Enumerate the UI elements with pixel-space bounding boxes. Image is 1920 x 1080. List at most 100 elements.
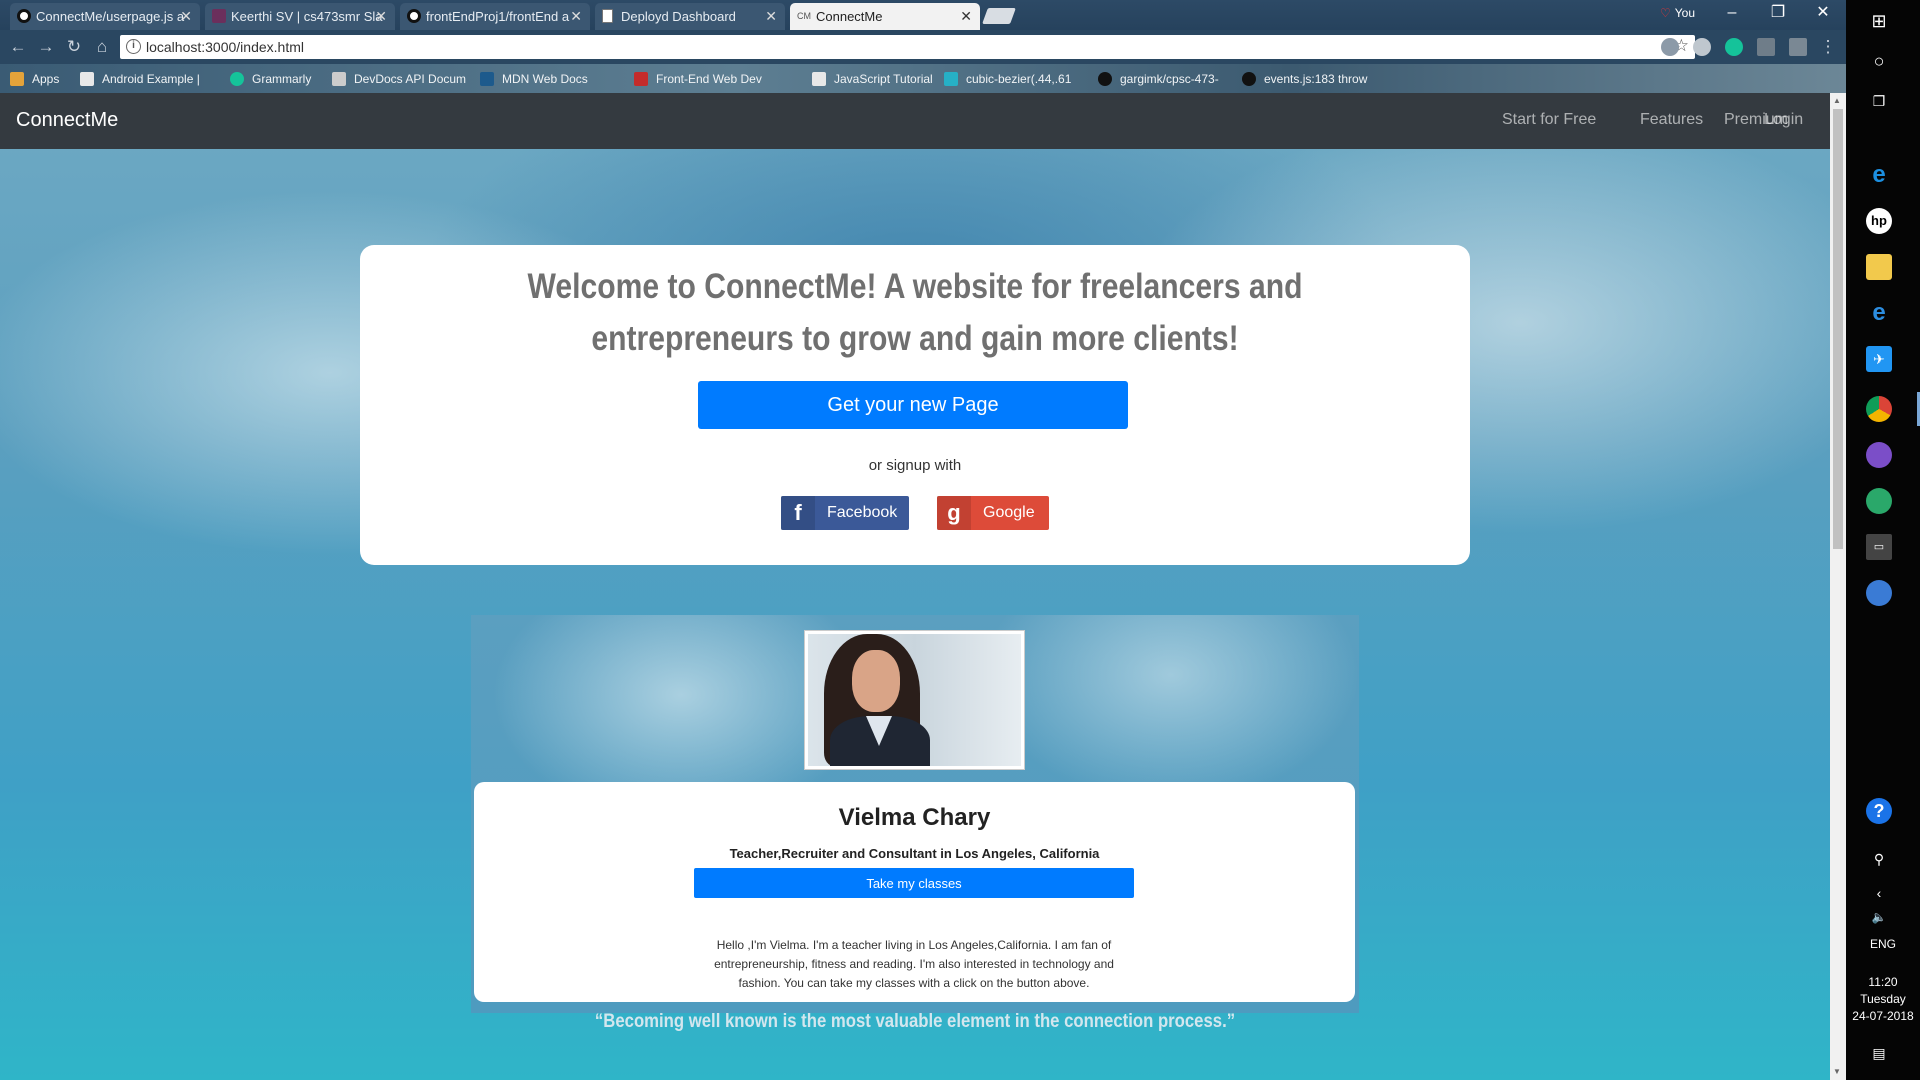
devdocs-icon [332, 72, 346, 86]
nav-start-for-free[interactable]: Start for Free [1502, 111, 1596, 129]
grammarly-icon[interactable] [1725, 38, 1743, 56]
menu-icon[interactable]: ⋮ [1818, 37, 1838, 57]
close-tab-icon[interactable]: ✕ [180, 3, 192, 30]
google-label: Google [983, 504, 1035, 521]
nav-features[interactable]: Features [1640, 111, 1703, 129]
forward-icon[interactable]: → [36, 37, 56, 57]
file-explorer-icon[interactable] [1866, 254, 1892, 280]
people-icon[interactable]: ⚲ [1866, 846, 1892, 872]
windows-start-icon[interactable]: ⊞ [1866, 8, 1892, 34]
get-new-page-button[interactable]: Get your new Page [698, 381, 1128, 429]
reload-icon[interactable]: ↻ [64, 37, 84, 57]
windows-taskbar: ⊞ ○ ❐ e hp e ✈ ▭ ? ⚲ ‹ 🔈 ENG 11:20 Tuesd… [1846, 0, 1920, 1080]
scroll-up-icon[interactable]: ▲ [1833, 96, 1841, 105]
hp-icon[interactable]: hp [1866, 208, 1892, 234]
show-hidden-icons-icon[interactable]: ‹ [1866, 880, 1892, 906]
bookmark-devdocs[interactable]: DevDocs API Docum [332, 70, 466, 88]
quote-text: “Becoming well known is the most valuabl… [594, 1011, 1236, 1032]
navbar: ConnectMe Start for Free Features Premiu… [0, 93, 1830, 149]
clock[interactable]: 11:20 Tuesday 24-07-2018 [1846, 974, 1920, 1025]
bookmark-mdn[interactable]: MDN Web Docs [480, 70, 588, 88]
edge-icon[interactable]: e [1866, 162, 1892, 188]
extension-icon[interactable] [1661, 38, 1679, 56]
document-icon [812, 72, 826, 86]
extension-icon[interactable] [1757, 38, 1775, 56]
facebook-icon: f [781, 496, 815, 530]
cm-icon: CM [797, 11, 811, 21]
bookmark-android-example[interactable]: Android Example | [80, 70, 200, 88]
bookmark-javascript-tutorial[interactable]: JavaScript Tutorial [812, 70, 933, 88]
profile-card: Vielma Chary Teacher,Recruiter and Consu… [474, 782, 1355, 1002]
tab-frontendproj1[interactable]: frontEndProj1/frontEnd a ✕ [400, 3, 590, 30]
close-tab-icon[interactable]: ✕ [765, 3, 777, 30]
action-center-icon[interactable]: ▤ [1866, 1040, 1892, 1066]
github-icon [1098, 72, 1112, 86]
extension-icon[interactable] [1789, 38, 1807, 56]
url-text[interactable]: localhost:3000/index.html [146, 39, 304, 55]
scrollbar-thumb[interactable] [1833, 109, 1843, 549]
home-icon[interactable]: ⌂ [92, 37, 112, 57]
bookmark-grammarly[interactable]: Grammarly [230, 70, 311, 88]
github-icon [17, 9, 31, 23]
restore-icon[interactable]: ❐ [1755, 0, 1801, 28]
bookmark-events-js[interactable]: events.js:183 throw [1242, 70, 1367, 88]
language-indicator[interactable]: ENG [1846, 936, 1920, 953]
take-classes-button[interactable]: Take my classes [694, 868, 1134, 898]
profile-section: Vielma Chary Teacher,Recruiter and Consu… [471, 615, 1359, 1013]
slack-icon [212, 9, 226, 23]
back-icon[interactable]: ← [8, 37, 28, 57]
address-bar[interactable]: i localhost:3000/index.html ☆ [120, 35, 1695, 59]
app-green-icon[interactable] [1866, 488, 1892, 514]
close-window-icon[interactable]: ✕ [1800, 0, 1846, 28]
rocket-app-icon[interactable]: ✈ [1866, 346, 1892, 372]
bookmark-gargimk[interactable]: gargimk/cpsc-473- [1098, 70, 1219, 88]
tab-title: Keerthi SV | cs473smr Sla [231, 9, 383, 24]
brand-link[interactable]: ConnectMe [16, 109, 118, 132]
tab-title: frontEndProj1/frontEnd a [426, 9, 570, 24]
github-icon [1242, 72, 1256, 86]
tab-strip: ConnectMe/userpage.js a ✕ Keerthi SV | c… [0, 0, 1846, 30]
tab-title: Deployd Dashboard [621, 9, 736, 24]
profile-icon: ♡ [1660, 6, 1671, 20]
close-tab-icon[interactable]: ✕ [570, 3, 582, 30]
facebook-signup-button[interactable]: f Facebook [781, 496, 909, 530]
clock-time: 11:20 [1868, 975, 1898, 989]
close-tab-icon[interactable]: ✕ [375, 3, 387, 30]
tab-connectme[interactable]: CM ConnectMe ✕ [790, 3, 980, 30]
bookmark-frontend-web-dev[interactable]: Front-End Web Dev [634, 70, 762, 88]
tab-deployd-dashboard[interactable]: Deployd Dashboard ✕ [595, 3, 785, 30]
page-scrollbar[interactable]: ▲ ▼ [1830, 93, 1846, 1080]
task-view-icon[interactable]: ❐ [1866, 88, 1892, 114]
nav-login[interactable]: Login [1764, 111, 1803, 129]
welcome-heading: Welcome to ConnectMe! A website for free… [527, 267, 1303, 358]
help-icon[interactable]: ? [1866, 798, 1892, 824]
chrome-icon[interactable] [1866, 396, 1892, 422]
facebook-label: Facebook [827, 504, 898, 521]
close-tab-icon[interactable]: ✕ [960, 3, 972, 30]
browser-chrome: ConnectMe/userpage.js a ✕ Keerthi SV | c… [0, 0, 1846, 93]
tab-title: ConnectMe [816, 9, 883, 24]
apps-icon [10, 72, 24, 86]
terminal-icon[interactable]: ▭ [1866, 534, 1892, 560]
info-icon[interactable]: i [126, 39, 141, 54]
profile-name: Vielma Chary [838, 804, 991, 831]
extension-icon[interactable] [1693, 38, 1711, 56]
grammarly-icon [230, 72, 244, 86]
bookmark-cubic-bezier[interactable]: cubic-bezier(.44,.61 [944, 70, 1071, 88]
volume-icon[interactable]: 🔈 [1866, 904, 1892, 930]
tab-slack[interactable]: Keerthi SV | cs473smr Sla ✕ [205, 3, 395, 30]
internet-explorer-icon[interactable]: e [1866, 300, 1892, 326]
new-tab-button[interactable] [982, 8, 1016, 24]
cortana-icon[interactable]: ○ [1866, 48, 1892, 74]
github-icon [407, 9, 421, 23]
app-purple-icon[interactable] [1866, 442, 1892, 468]
paint-icon[interactable] [1866, 580, 1892, 606]
document-icon [80, 72, 94, 86]
bookmarks-bar: Apps Android Example | Grammarly DevDocs… [0, 64, 1846, 93]
scroll-down-icon[interactable]: ▼ [1833, 1067, 1841, 1076]
bookmark-apps[interactable]: Apps [10, 70, 59, 88]
google-signup-button[interactable]: g Google [937, 496, 1049, 530]
profile-button[interactable]: ♡ You [1660, 6, 1695, 20]
tab-connectme-userpage[interactable]: ConnectMe/userpage.js a ✕ [10, 3, 200, 30]
minimize-icon[interactable]: – [1709, 0, 1755, 28]
